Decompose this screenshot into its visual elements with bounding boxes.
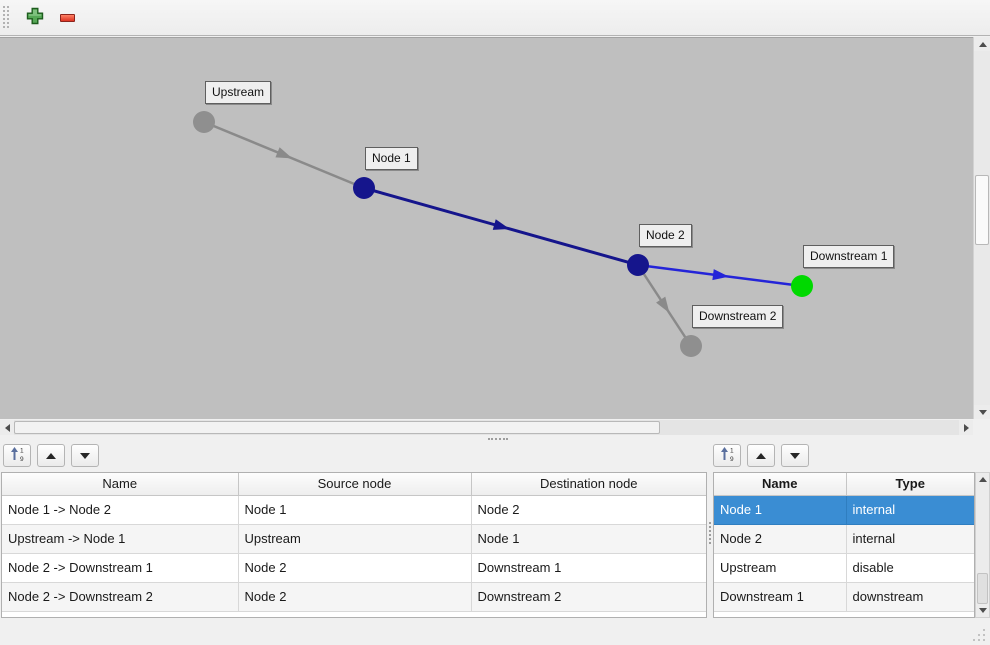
table-cell[interactable]: downstream	[846, 582, 974, 611]
table-row[interactable]: Node 2 -> Downstream 2Node 2Downstream 2	[2, 582, 706, 611]
edge-arrow-icon	[656, 297, 674, 316]
table-cell[interactable]: Node 1	[714, 495, 846, 524]
arrow-left-icon	[5, 424, 10, 432]
table-cell[interactable]: Node 2	[238, 553, 471, 582]
graph-node-downstream-2[interactable]	[680, 335, 702, 357]
arrow-right-icon	[964, 424, 969, 432]
graph-node-node-2[interactable]	[627, 254, 649, 276]
scroll-left-button[interactable]	[0, 420, 14, 435]
edges-table: NameSource nodeDestination node Node 1 -…	[2, 473, 706, 612]
edges-move-down-button[interactable]	[71, 444, 99, 467]
table-cell[interactable]: Node 2	[238, 582, 471, 611]
toolbar-drag-handle[interactable]	[3, 6, 13, 30]
column-header-name[interactable]: Name	[2, 473, 238, 495]
column-header-source-node[interactable]: Source node	[238, 473, 471, 495]
table-cell[interactable]: disable	[846, 553, 974, 582]
canvas-horizontal-scrollbar[interactable]	[0, 420, 973, 435]
remove-button[interactable]	[54, 5, 80, 31]
graph-node-upstream[interactable]	[193, 111, 215, 133]
table-cell[interactable]: Node 2 -> Downstream 2	[2, 582, 238, 611]
triangle-up-icon	[756, 453, 766, 459]
nodes-panel-toolbar: 1 9	[713, 444, 815, 468]
table-cell[interactable]: Upstream -> Node 1	[2, 524, 238, 553]
table-row[interactable]: Node 1internal	[714, 495, 974, 524]
nodes-move-down-button[interactable]	[781, 444, 809, 467]
scroll-down-button[interactable]	[974, 405, 990, 419]
canvas-vertical-scrollbar[interactable]	[973, 37, 990, 419]
add-button[interactable]	[22, 5, 48, 31]
arrow-up-icon	[979, 42, 987, 47]
svg-text:1: 1	[730, 448, 734, 455]
graph-canvas[interactable]: Upstream Node 1 Node 2 Downstream 1 Downstre…	[0, 37, 973, 419]
plus-icon	[26, 7, 44, 28]
scroll-up-button[interactable]	[976, 473, 989, 486]
svg-text:1: 1	[20, 448, 24, 455]
table-cell[interactable]: Node 1 -> Node 2	[2, 495, 238, 524]
table-row[interactable]: Node 1 -> Node 2Node 1Node 2	[2, 495, 706, 524]
edges-move-up-button[interactable]	[37, 444, 65, 467]
main-toolbar	[0, 0, 990, 36]
table-cell[interactable]: Node 2	[471, 495, 706, 524]
table-cell[interactable]: Node 2 -> Downstream 1	[2, 553, 238, 582]
edges-panel-toolbar: 1 9	[3, 444, 105, 468]
scroll-right-button[interactable]	[959, 420, 973, 435]
application-window: UpstreamNode 1Node 2Downstream 1Downstre…	[0, 0, 990, 645]
svg-text:9: 9	[20, 456, 24, 462]
column-header-destination-node[interactable]: Destination node	[471, 473, 706, 495]
table-cell[interactable]: Node 1	[471, 524, 706, 553]
column-header-type[interactable]: Type	[846, 473, 974, 495]
table-row[interactable]: Node 2internal	[714, 524, 974, 553]
scroll-down-button[interactable]	[976, 604, 989, 617]
scroll-up-button[interactable]	[974, 37, 990, 51]
table-cell[interactable]: Upstream	[238, 524, 471, 553]
triangle-down-icon	[790, 453, 800, 459]
edges-table-container: NameSource nodeDestination node Node 1 -…	[1, 472, 707, 618]
node-label-upstream[interactable]: Upstream	[205, 81, 271, 104]
edges-table-header-row: NameSource nodeDestination node	[2, 473, 706, 495]
nodes-sort-button[interactable]: 1 9	[713, 444, 741, 467]
table-scroll-thumb[interactable]	[977, 573, 988, 604]
column-header-name[interactable]: Name	[714, 473, 846, 495]
minus-icon	[60, 14, 75, 22]
arrow-down-icon	[979, 410, 987, 415]
table-row[interactable]: Upstream -> Node 1UpstreamNode 1	[2, 524, 706, 553]
table-cell[interactable]: Node 1	[238, 495, 471, 524]
nodes-table: NameType Node 1internalNode 2internalUps…	[714, 473, 974, 612]
table-cell[interactable]: internal	[846, 524, 974, 553]
vertical-scroll-thumb[interactable]	[975, 175, 989, 245]
nodes-table-container: NameType Node 1internalNode 2internalUps…	[713, 472, 975, 618]
graph-node-node-1[interactable]	[353, 177, 375, 199]
triangle-down-icon	[80, 453, 90, 459]
nodes-table-header-row: NameType	[714, 473, 974, 495]
table-cell[interactable]: Downstream 1	[714, 582, 846, 611]
svg-text:9: 9	[730, 456, 734, 462]
arrow-down-icon	[979, 608, 987, 613]
table-cell[interactable]: internal	[846, 495, 974, 524]
graph-svg	[0, 38, 973, 419]
horizontal-scroll-thumb[interactable]	[14, 421, 660, 434]
nodes-table-scrollbar[interactable]	[975, 472, 990, 618]
table-row[interactable]: Upstreamdisable	[714, 553, 974, 582]
edge-arrow-icon	[493, 219, 511, 234]
table-cell[interactable]: Upstream	[714, 553, 846, 582]
sort-ascending-icon: 1 9	[10, 446, 25, 465]
resize-grip[interactable]	[971, 627, 985, 641]
node-label-downstream-1[interactable]: Downstream 1	[803, 245, 894, 268]
node-label-downstream-2[interactable]: Downstream 2	[692, 305, 783, 328]
table-row[interactable]: Node 2 -> Downstream 1Node 2Downstream 1	[2, 553, 706, 582]
nodes-move-up-button[interactable]	[747, 444, 775, 467]
table-cell[interactable]: Downstream 2	[471, 582, 706, 611]
node-label-node-2[interactable]: Node 2	[639, 224, 692, 247]
edge-arrow-icon	[275, 147, 294, 163]
node-label-node-1[interactable]: Node 1	[365, 147, 418, 170]
table-row[interactable]: Downstream 1downstream	[714, 582, 974, 611]
arrow-up-icon	[979, 477, 987, 482]
horizontal-splitter-handle[interactable]	[0, 435, 990, 443]
edges-sort-button[interactable]: 1 9	[3, 444, 31, 467]
sort-ascending-icon: 1 9	[720, 446, 735, 465]
graph-node-downstream-1[interactable]	[791, 275, 813, 297]
table-cell[interactable]: Node 2	[714, 524, 846, 553]
triangle-up-icon	[46, 453, 56, 459]
table-cell[interactable]: Downstream 1	[471, 553, 706, 582]
